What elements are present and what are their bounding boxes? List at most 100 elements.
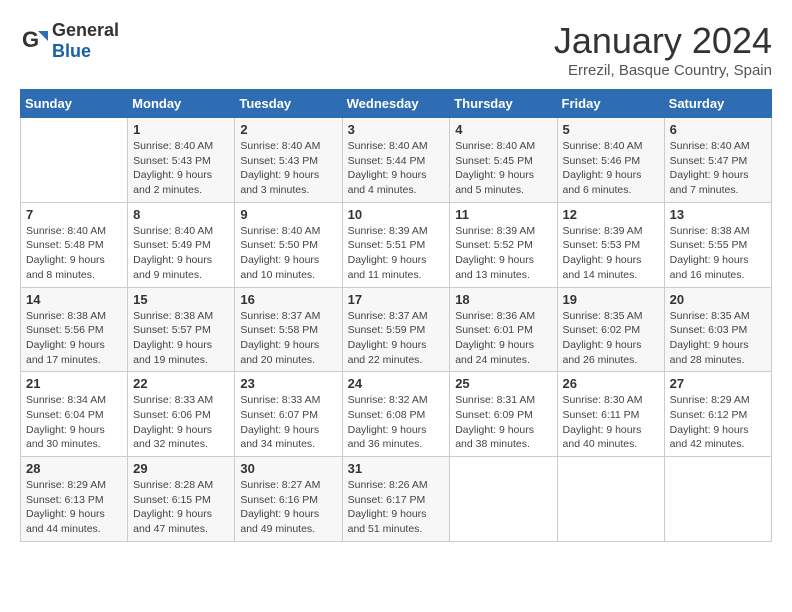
day-info: Sunrise: 8:32 AMSunset: 6:08 PMDaylight:… <box>348 393 445 452</box>
day-number: 11 <box>455 207 551 222</box>
day-number: 27 <box>670 376 766 391</box>
day-info: Sunrise: 8:39 AMSunset: 5:52 PMDaylight:… <box>455 224 551 283</box>
calendar-cell: 13 Sunrise: 8:38 AMSunset: 5:55 PMDayligh… <box>664 202 771 287</box>
day-info: Sunrise: 8:31 AMSunset: 6:09 PMDaylight:… <box>455 393 551 452</box>
day-info: Sunrise: 8:33 AMSunset: 6:07 PMDaylight:… <box>240 393 336 452</box>
calendar-table: SundayMondayTuesdayWednesdayThursdayFrid… <box>20 89 772 542</box>
weekday-header: Friday <box>557 90 664 118</box>
day-number: 29 <box>133 461 229 476</box>
day-number: 4 <box>455 122 551 137</box>
day-info: Sunrise: 8:40 AMSunset: 5:43 PMDaylight:… <box>240 139 336 198</box>
day-number: 31 <box>348 461 445 476</box>
page-header: G General Blue January 2024 Errezil, Bas… <box>20 20 772 79</box>
day-info: Sunrise: 8:36 AMSunset: 6:01 PMDaylight:… <box>455 309 551 368</box>
day-info: Sunrise: 8:38 AMSunset: 5:55 PMDaylight:… <box>670 224 766 283</box>
calendar-cell: 22 Sunrise: 8:33 AMSunset: 6:06 PMDayligh… <box>128 372 235 457</box>
calendar-week-row: 21 Sunrise: 8:34 AMSunset: 6:04 PMDayligh… <box>21 372 772 457</box>
day-number: 3 <box>348 122 445 137</box>
day-number: 24 <box>348 376 445 391</box>
calendar-cell: 3 Sunrise: 8:40 AMSunset: 5:44 PMDaylight… <box>342 118 450 203</box>
calendar-cell: 5 Sunrise: 8:40 AMSunset: 5:46 PMDaylight… <box>557 118 664 203</box>
day-number: 10 <box>348 207 445 222</box>
day-number: 28 <box>26 461 122 476</box>
svg-text:G: G <box>22 27 39 52</box>
calendar-cell: 9Sunrise: 8:40 AMSunset: 5:50 PMDaylight… <box>235 202 342 287</box>
calendar-cell: 24 Sunrise: 8:32 AMSunset: 6:08 PMDayligh… <box>342 372 450 457</box>
day-number: 12 <box>563 207 659 222</box>
weekday-header-row: SundayMondayTuesdayWednesdayThursdayFrid… <box>21 90 772 118</box>
logo: G General Blue <box>20 20 119 62</box>
calendar-cell <box>21 118 128 203</box>
calendar-cell: 7Sunrise: 8:40 AMSunset: 5:48 PMDaylight… <box>21 202 128 287</box>
weekday-header: Saturday <box>664 90 771 118</box>
day-info: Sunrise: 8:40 AMSunset: 5:49 PMDaylight:… <box>133 224 229 283</box>
day-number: 18 <box>455 292 551 307</box>
calendar-cell <box>450 457 557 542</box>
day-number: 13 <box>670 207 766 222</box>
day-info: Sunrise: 8:34 AMSunset: 6:04 PMDaylight:… <box>26 393 122 452</box>
day-info: Sunrise: 8:35 AMSunset: 6:03 PMDaylight:… <box>670 309 766 368</box>
day-info: Sunrise: 8:37 AMSunset: 5:59 PMDaylight:… <box>348 309 445 368</box>
calendar-cell: 6Sunrise: 8:40 AMSunset: 5:47 PMDaylight… <box>664 118 771 203</box>
calendar-cell: 30 Sunrise: 8:27 AMSunset: 6:16 PMDayligh… <box>235 457 342 542</box>
calendar-cell: 26Sunrise: 8:30 AMSunset: 6:11 PMDayligh… <box>557 372 664 457</box>
calendar-title: January 2024 <box>554 20 772 62</box>
day-info: Sunrise: 8:27 AMSunset: 6:16 PMDaylight:… <box>240 478 336 537</box>
calendar-cell: 14Sunrise: 8:38 AMSunset: 5:56 PMDayligh… <box>21 287 128 372</box>
day-info: Sunrise: 8:35 AMSunset: 6:02 PMDaylight:… <box>563 309 659 368</box>
calendar-cell: 18 Sunrise: 8:36 AMSunset: 6:01 PMDayligh… <box>450 287 557 372</box>
day-number: 2 <box>240 122 336 137</box>
calendar-week-row: 7Sunrise: 8:40 AMSunset: 5:48 PMDaylight… <box>21 202 772 287</box>
day-number: 17 <box>348 292 445 307</box>
calendar-cell: 12 Sunrise: 8:39 AMSunset: 5:53 PMDayligh… <box>557 202 664 287</box>
day-info: Sunrise: 8:29 AMSunset: 6:12 PMDaylight:… <box>670 393 766 452</box>
day-info: Sunrise: 8:28 AMSunset: 6:15 PMDaylight:… <box>133 478 229 537</box>
logo-general: General <box>52 20 119 40</box>
calendar-cell: 10 Sunrise: 8:39 AMSunset: 5:51 PMDayligh… <box>342 202 450 287</box>
weekday-header: Sunday <box>21 90 128 118</box>
calendar-cell: 19 Sunrise: 8:35 AMSunset: 6:02 PMDayligh… <box>557 287 664 372</box>
day-number: 26 <box>563 376 659 391</box>
day-number: 30 <box>240 461 336 476</box>
day-number: 23 <box>240 376 336 391</box>
calendar-cell <box>664 457 771 542</box>
day-info: Sunrise: 8:40 AMSunset: 5:46 PMDaylight:… <box>563 139 659 198</box>
day-number: 5 <box>563 122 659 137</box>
calendar-cell: 17 Sunrise: 8:37 AMSunset: 5:59 PMDayligh… <box>342 287 450 372</box>
calendar-cell: 15Sunrise: 8:38 AMSunset: 5:57 PMDayligh… <box>128 287 235 372</box>
calendar-week-row: 28Sunrise: 8:29 AMSunset: 6:13 PMDayligh… <box>21 457 772 542</box>
weekday-header: Thursday <box>450 90 557 118</box>
day-info: Sunrise: 8:39 AMSunset: 5:53 PMDaylight:… <box>563 224 659 283</box>
calendar-cell: 29 Sunrise: 8:28 AMSunset: 6:15 PMDayligh… <box>128 457 235 542</box>
day-number: 20 <box>670 292 766 307</box>
calendar-cell: 8Sunrise: 8:40 AMSunset: 5:49 PMDaylight… <box>128 202 235 287</box>
calendar-cell: 25Sunrise: 8:31 AMSunset: 6:09 PMDayligh… <box>450 372 557 457</box>
logo-blue: Blue <box>52 41 91 61</box>
calendar-cell: 16Sunrise: 8:37 AMSunset: 5:58 PMDayligh… <box>235 287 342 372</box>
day-info: Sunrise: 8:40 AMSunset: 5:45 PMDaylight:… <box>455 139 551 198</box>
day-info: Sunrise: 8:40 AMSunset: 5:48 PMDaylight:… <box>26 224 122 283</box>
calendar-cell: 2 Sunrise: 8:40 AMSunset: 5:43 PMDaylight… <box>235 118 342 203</box>
calendar-subtitle: Errezil, Basque Country, Spain <box>554 62 772 79</box>
day-info: Sunrise: 8:26 AMSunset: 6:17 PMDaylight:… <box>348 478 445 537</box>
calendar-cell: 31 Sunrise: 8:26 AMSunset: 6:17 PMDayligh… <box>342 457 450 542</box>
day-info: Sunrise: 8:40 AMSunset: 5:44 PMDaylight:… <box>348 139 445 198</box>
day-number: 16 <box>240 292 336 307</box>
day-number: 1 <box>133 122 229 137</box>
calendar-cell: 28Sunrise: 8:29 AMSunset: 6:13 PMDayligh… <box>21 457 128 542</box>
day-number: 19 <box>563 292 659 307</box>
day-number: 22 <box>133 376 229 391</box>
day-info: Sunrise: 8:38 AMSunset: 5:57 PMDaylight:… <box>133 309 229 368</box>
day-number: 9 <box>240 207 336 222</box>
weekday-header: Tuesday <box>235 90 342 118</box>
day-number: 21 <box>26 376 122 391</box>
day-info: Sunrise: 8:38 AMSunset: 5:56 PMDaylight:… <box>26 309 122 368</box>
calendar-cell: 20 Sunrise: 8:35 AMSunset: 6:03 PMDayligh… <box>664 287 771 372</box>
calendar-week-row: 1 Sunrise: 8:40 AMSunset: 5:43 PMDaylight… <box>21 118 772 203</box>
calendar-cell: 4 Sunrise: 8:40 AMSunset: 5:45 PMDaylight… <box>450 118 557 203</box>
day-info: Sunrise: 8:33 AMSunset: 6:06 PMDaylight:… <box>133 393 229 452</box>
day-info: Sunrise: 8:39 AMSunset: 5:51 PMDaylight:… <box>348 224 445 283</box>
calendar-week-row: 14Sunrise: 8:38 AMSunset: 5:56 PMDayligh… <box>21 287 772 372</box>
day-info: Sunrise: 8:40 AMSunset: 5:43 PMDaylight:… <box>133 139 229 198</box>
calendar-cell: 11 Sunrise: 8:39 AMSunset: 5:52 PMDayligh… <box>450 202 557 287</box>
